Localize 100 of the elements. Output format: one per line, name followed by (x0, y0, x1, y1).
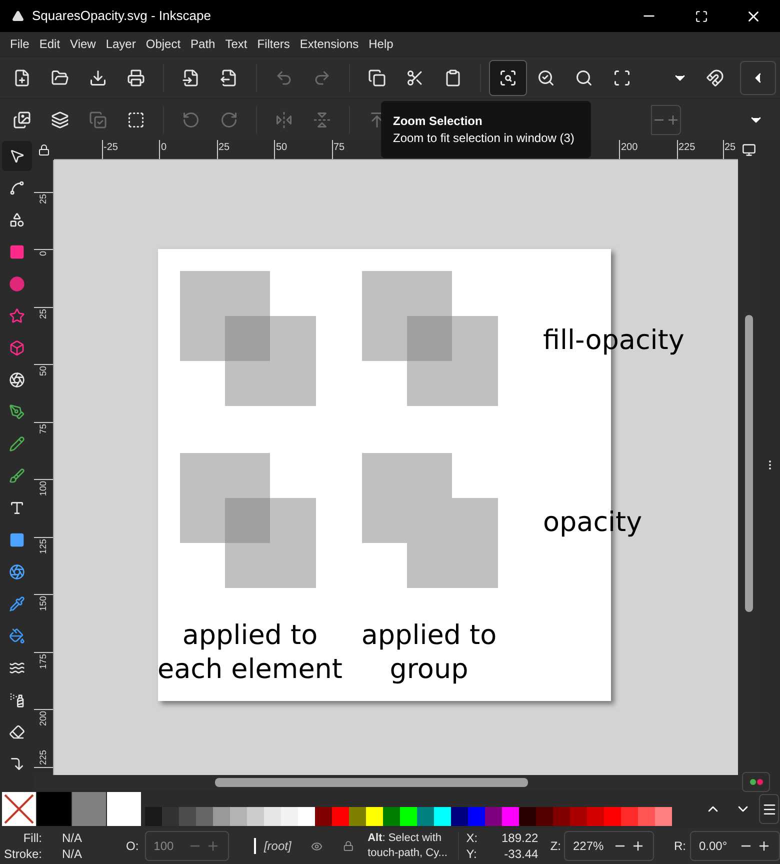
ruler-label: 75 (334, 142, 345, 154)
palette-menu-button[interactable] (759, 794, 779, 824)
color-swatch[interactable] (332, 806, 349, 826)
zoom-selection-button[interactable] (489, 60, 527, 96)
increase-icon[interactable] (631, 839, 645, 853)
zoom-page-icon (575, 68, 593, 86)
color-swatch[interactable] (485, 806, 502, 826)
color-swatch[interactable] (638, 806, 655, 826)
zoom-field-value: 227% (572, 838, 605, 855)
color-swatch[interactable] (451, 806, 468, 826)
redo-icon (313, 68, 331, 86)
color-swatch[interactable] (145, 806, 162, 826)
ruler-label: 0 (161, 142, 167, 154)
color-swatch[interactable] (72, 792, 106, 826)
shapes-icon (9, 212, 25, 228)
flip-vertical-icon (313, 110, 331, 128)
tool-button[interactable] (2, 141, 32, 171)
no-paint-swatch[interactable] (2, 792, 36, 826)
printer-icon (127, 68, 145, 86)
ruler-label: 25 (38, 194, 49, 204)
ruler-label: 200 (621, 142, 638, 154)
dropper-icon (9, 596, 25, 612)
ruler-label: -25 (104, 142, 118, 154)
increase-icon[interactable] (757, 839, 771, 853)
color-swatch[interactable] (37, 792, 71, 826)
flip-horizontal-icon (275, 110, 293, 128)
menu-item[interactable]: Extensions (294, 35, 364, 53)
color-swatch[interactable] (366, 806, 383, 826)
paste-icon (444, 68, 462, 86)
color-swatch[interactable] (400, 806, 417, 826)
ruler-label: 25 (724, 142, 736, 154)
layer-name[interactable]: [root] (264, 837, 292, 855)
opacity-label: O: (126, 838, 139, 855)
rotate-right-icon (220, 110, 238, 128)
menu-item[interactable]: View (65, 35, 101, 53)
menu-item[interactable]: Edit (34, 35, 66, 53)
lock-icon[interactable] (342, 839, 354, 853)
color-swatch[interactable] (213, 806, 230, 826)
rotation-label: R: (674, 838, 686, 855)
folder-icon (51, 68, 69, 86)
cut-icon (406, 68, 424, 86)
color-swatch[interactable] (230, 806, 247, 826)
mesh-icon (9, 564, 25, 580)
menu-item[interactable]: Layer (100, 35, 141, 53)
color-swatch[interactable] (107, 792, 141, 826)
display-icon[interactable] (742, 143, 756, 157)
color-swatch[interactable] (519, 806, 536, 826)
zoom-field[interactable]: 227% (564, 831, 654, 861)
brush-icon (9, 468, 25, 484)
menu-item[interactable]: Filters (252, 35, 295, 53)
spray-icon (9, 692, 25, 708)
color-swatch[interactable] (502, 806, 519, 826)
color-swatch[interactable] (179, 806, 196, 826)
color-swatch[interactable] (196, 806, 213, 826)
import-icon (182, 68, 200, 86)
scrollbar-thumb[interactable] (215, 778, 528, 787)
color-swatch[interactable] (587, 806, 604, 826)
rotation-field[interactable]: 0.00° (690, 831, 780, 861)
pencil-icon (9, 436, 25, 452)
menu-item[interactable]: Text (220, 35, 252, 53)
color-swatch[interactable] (383, 806, 400, 826)
menu-item[interactable]: Object (140, 35, 186, 53)
color-swatch[interactable] (655, 806, 672, 826)
status-message: Alt: Select with touch-path, Cy... (368, 831, 448, 861)
color-swatch[interactable] (604, 806, 621, 826)
color-swatch[interactable] (264, 806, 281, 826)
color-swatch[interactable] (536, 806, 553, 826)
snap-icon[interactable] (706, 68, 724, 86)
color-swatch[interactable] (434, 806, 451, 826)
ruler-label: 50 (38, 366, 49, 376)
ruler-label: 25 (38, 308, 49, 319)
zoom-drawing-icon (537, 68, 555, 86)
menu-icon (762, 802, 776, 816)
color-swatch[interactable] (298, 806, 315, 826)
color-swatch[interactable] (349, 806, 366, 826)
collapse-button[interactable] (740, 60, 776, 94)
scrollbar-thumb[interactable] (745, 315, 753, 612)
rotate-left-icon (182, 110, 200, 128)
bounding-box-icon (127, 110, 145, 128)
fill-label: Fill: (22, 830, 43, 846)
ruler-label: 50 (276, 142, 288, 154)
maximize-icon[interactable] (695, 10, 708, 22)
cube-icon (9, 340, 25, 356)
color-swatch[interactable] (468, 806, 485, 826)
color-swatch[interactable] (553, 806, 570, 826)
color-swatch[interactable] (621, 806, 638, 826)
y-label: Y: (466, 846, 478, 862)
menu-item[interactable]: File (5, 35, 34, 53)
canvas-text: opacity (543, 507, 642, 539)
menu-item[interactable]: Help (364, 35, 398, 53)
color-swatch[interactable] (281, 806, 298, 826)
color-swatch[interactable] (247, 806, 264, 826)
ruler-label: 175 (38, 654, 49, 669)
color-swatch[interactable] (315, 806, 332, 826)
menu-item[interactable]: Path (186, 35, 220, 53)
color-swatch[interactable] (162, 806, 179, 826)
lock-icon[interactable] (38, 144, 50, 156)
color-swatch[interactable] (570, 806, 587, 826)
layer-indicator-icon (254, 838, 256, 854)
color-swatch[interactable] (417, 806, 434, 826)
